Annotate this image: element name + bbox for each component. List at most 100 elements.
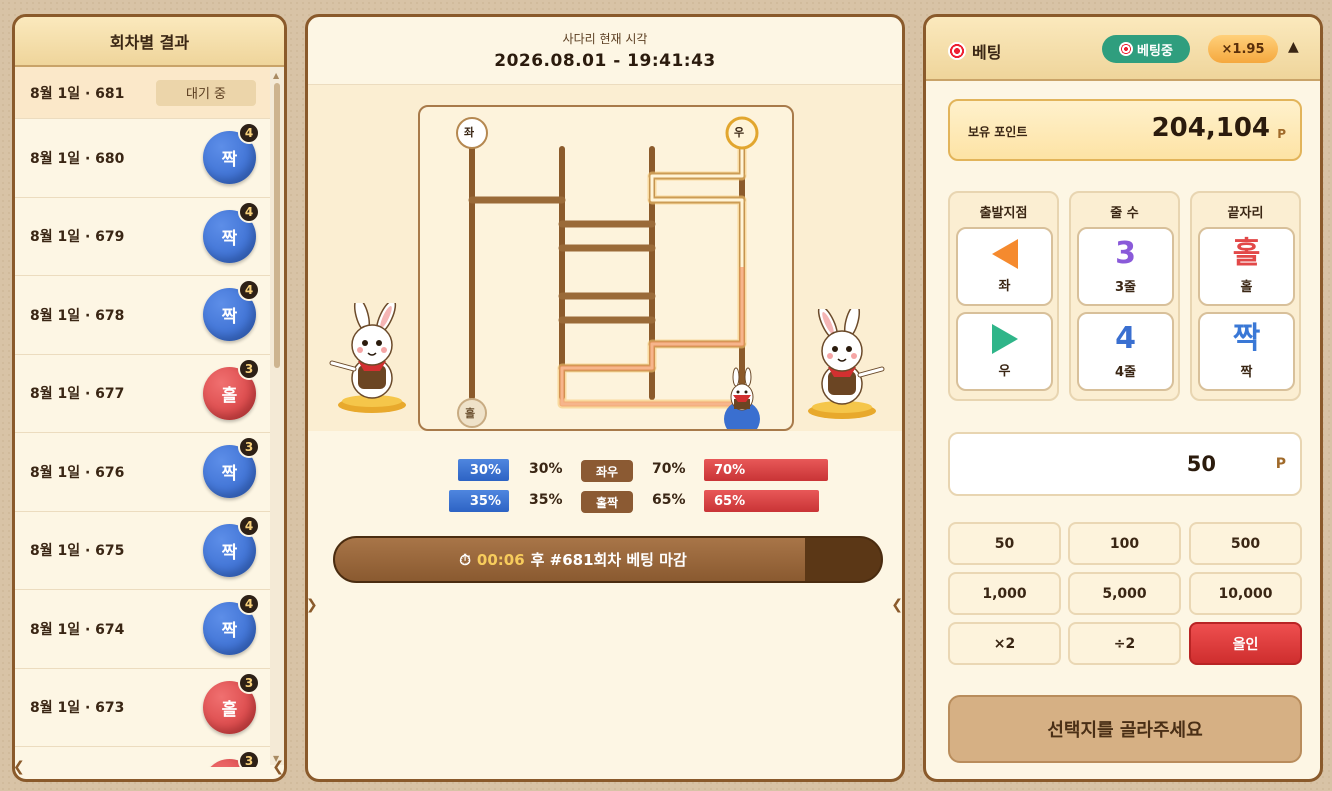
result-text: 짝 (221, 150, 238, 171)
betting-panel: 베팅 베팅중 ×1.95 ▲ 보유 포인트 204,104 P 출발지점 좌 우… (923, 14, 1323, 782)
betting-countdown-bar: ⏱ 00:06 후 #681회차 베팅 마감 (333, 536, 883, 583)
round-results-panel: 회차별 결과 8월 1일 · 681 대기 중 8월 1일 · 680 짝 4 8월 … (12, 14, 287, 782)
chevron-left-icon: ❮ (13, 759, 25, 775)
left-percent-bar: 30% (458, 459, 509, 481)
points-unit: P (1277, 127, 1286, 141)
round-results-title: 회차별 결과 (15, 17, 284, 67)
line-count-badge: 4 (238, 200, 260, 223)
chip-50-button[interactable]: 50 (948, 522, 1061, 565)
group-title: 줄 수 (1110, 206, 1139, 221)
triangle-right-icon (991, 324, 1018, 354)
right-percent: 65% (652, 492, 686, 508)
line-count-badge: 4 (238, 279, 260, 302)
chip-10000-button[interactable]: 10,000 (1189, 572, 1302, 615)
line-count-badge: 4 (238, 514, 260, 537)
result-text: 짝 (221, 621, 238, 642)
rabbit-mascot-right (808, 309, 885, 419)
list-item[interactable]: 8월 1일 · 678 짝 4 (15, 276, 270, 355)
rabbit-mascot-left (329, 303, 406, 413)
countdown-text: 후 #681회차 베팅 마감 (530, 551, 687, 569)
bet-stats: 30% 30% 좌우 70% 70% 35% 35% 홀짝 65% 65% ⏱ … (308, 442, 902, 612)
line-count-badge: 4 (238, 593, 260, 616)
bet-amount-input[interactable]: 50 P (948, 432, 1302, 496)
round-label: 8월 1일 · 678 (30, 307, 125, 324)
option-right-button[interactable]: 우 (956, 312, 1053, 391)
option-odd-button[interactable]: 홀 홀 (1198, 227, 1295, 306)
list-item[interactable]: 8월 1일 · 675 짝 4 (15, 511, 270, 590)
list-item[interactable]: 3 (15, 747, 270, 767)
option-left-button[interactable]: 좌 (956, 227, 1053, 306)
line-count-badge: 3 (238, 436, 260, 459)
option-4-lines-button[interactable]: 4 4줄 (1077, 312, 1174, 391)
collapse-triangle-icon[interactable]: ▲ (1288, 39, 1299, 55)
stopwatch-icon: ⏱ (459, 550, 471, 569)
left-percent: 35% (529, 492, 563, 508)
list-scrollbar[interactable]: ▲ ▼ (270, 67, 284, 765)
line-count-badge: 3 (238, 357, 260, 380)
line-count-group: 줄 수 3 3줄 4 4줄 (1069, 191, 1180, 401)
bet-amount-value: 50 (1186, 452, 1216, 476)
option-label: 짝 (1240, 365, 1253, 380)
line-count-badge: 3 (238, 671, 260, 694)
start-point-group: 출발지점 좌 우 (948, 191, 1059, 401)
chip-500-button[interactable]: 500 (1189, 522, 1302, 565)
double-button[interactable]: ×2 (948, 622, 1061, 665)
place-bet-button[interactable]: 선택지를 골라주세요 (948, 695, 1302, 763)
line-count-badge: 3 (238, 750, 260, 767)
scroll-up-icon[interactable]: ▲ (273, 71, 279, 80)
result-ball: 홀3 (203, 671, 260, 734)
list-item[interactable]: 8월 1일 · 677 홀 3 (15, 354, 270, 433)
points-label: 보유 포인트 (968, 125, 1028, 139)
result-ball: 짝4 (203, 122, 260, 185)
left-percent: 30% (529, 461, 563, 477)
stats-tag: 좌우 (581, 460, 633, 482)
countdown-time: 00:06 (476, 550, 525, 569)
option-label: 우 (998, 364, 1011, 379)
result-text: 홀 (221, 385, 238, 406)
stats-row-left-right: 30% 30% 좌우 70% 70% (308, 459, 902, 483)
betting-header: 베팅 베팅중 ×1.95 ▲ (926, 17, 1320, 81)
halve-button[interactable]: ÷2 (1068, 622, 1181, 665)
option-label: 4줄 (1114, 365, 1136, 380)
betting-status-badge: 베팅중 (1102, 35, 1190, 63)
chip-5000-button[interactable]: 5,000 (1068, 572, 1181, 615)
result-ball: 짝3 (203, 436, 260, 499)
ladder-game-panel: 사다리 현재 시각 2026.08.01 - 19:41:43 좌 우 홀 30… (305, 14, 905, 782)
option-big-text: 짝 (1232, 321, 1261, 356)
betting-title: 베팅 (972, 43, 1002, 62)
group-title: 출발지점 (979, 206, 1028, 221)
scroll-thumb[interactable] (274, 83, 280, 368)
stats-row-odd-even: 35% 35% 홀짝 65% 65% (308, 490, 902, 514)
list-item[interactable]: 8월 1일 · 674 짝 4 (15, 590, 270, 669)
option-3-lines-button[interactable]: 3 3줄 (1077, 227, 1174, 306)
round-results-list[interactable]: 8월 1일 · 681 대기 중 8월 1일 · 680 짝 4 8월 1일 · 67… (15, 67, 270, 767)
option-even-button[interactable]: 짝 짝 (1198, 312, 1295, 391)
list-item[interactable]: 8월 1일 · 676 짝 3 (15, 433, 270, 512)
ladder-stage: 좌 우 홀 (308, 85, 902, 431)
result-text: 짝 (221, 542, 238, 563)
result-ball: 3 (203, 750, 260, 767)
target-icon (1119, 42, 1134, 56)
chip-1000-button[interactable]: 1,000 (948, 572, 1061, 615)
chevron-right-icon: ❯ (306, 597, 318, 613)
round-label: 8월 1일 · 679 (30, 229, 125, 246)
result-ball: 짝4 (203, 200, 260, 263)
start-left-label: 좌 (464, 126, 475, 139)
all-in-button[interactable]: 올인 (1189, 622, 1302, 665)
list-item-pending[interactable]: 8월 1일 · 681 대기 중 (15, 67, 270, 119)
list-item[interactable]: 8월 1일 · 673 홀 3 (15, 668, 270, 747)
list-item[interactable]: 8월 1일 · 680 짝 4 (15, 119, 270, 198)
end-digit-group: 끝자리 홀 홀 짝 짝 (1190, 191, 1301, 401)
ladder-diagram (456, 116, 760, 429)
option-label: 3줄 (1114, 280, 1136, 295)
left-percent-bar: 35% (449, 490, 509, 512)
ladder-header: 사다리 현재 시각 2026.08.01 - 19:41:43 (308, 17, 902, 85)
round-label: 8월 1일 · 680 (30, 150, 125, 167)
chip-100-button[interactable]: 100 (1068, 522, 1181, 565)
round-label: 8월 1일 · 676 (30, 464, 125, 481)
points-card: 보유 포인트 204,104 P (948, 99, 1302, 161)
result-text: 홀 (221, 699, 238, 720)
result-text: 짝 (221, 307, 238, 328)
list-item[interactable]: 8월 1일 · 679 짝 4 (15, 197, 270, 276)
start-right-label: 우 (734, 126, 745, 139)
